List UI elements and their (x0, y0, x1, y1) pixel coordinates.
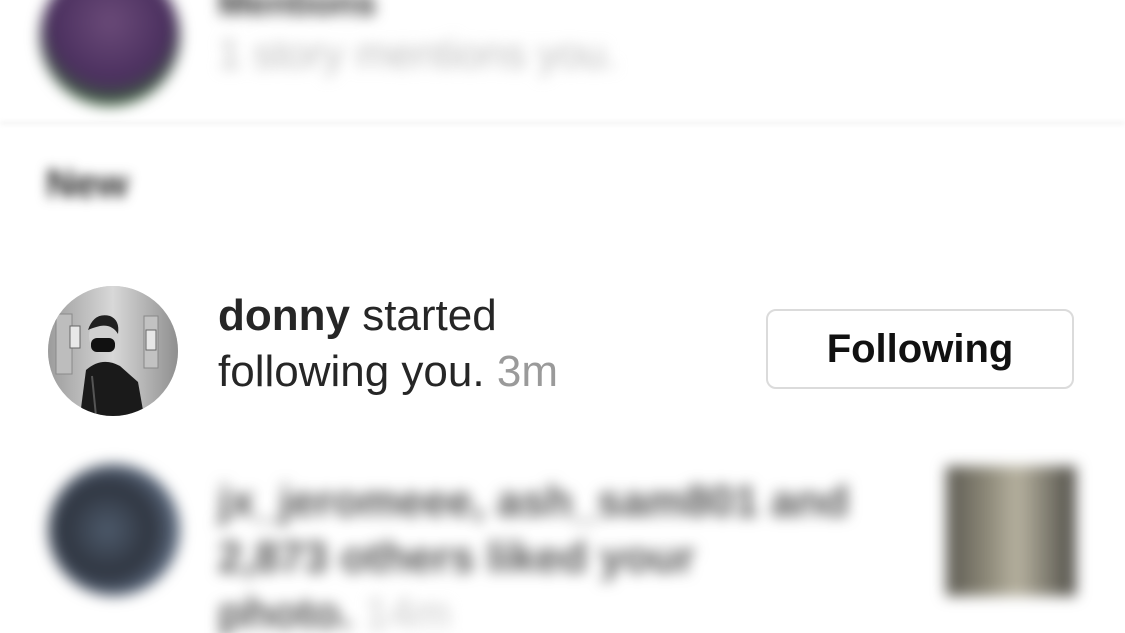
likes-line3: photo. (218, 589, 353, 633)
mentions-subtitle: 1 story mentions you. (218, 30, 618, 77)
avatar-photo (48, 286, 178, 416)
likes-line2: 2,873 others liked your (218, 533, 695, 582)
follow-username[interactable]: donny (218, 291, 350, 340)
section-divider (0, 122, 1125, 124)
likes-notification-row[interactable]: jx_jeromeee, ash_sam801 and 2,873 others… (0, 460, 1125, 633)
likes-avatar[interactable] (48, 464, 180, 596)
mentions-title: Mentions (218, 0, 376, 23)
follow-action-line1: started (349, 291, 497, 340)
avatar[interactable] (48, 286, 178, 416)
likes-line1: jx_jeromeee, ash_sam801 and (218, 477, 850, 526)
post-thumbnail[interactable] (946, 466, 1076, 596)
mentions-avatar[interactable] (40, 0, 180, 106)
following-button[interactable]: Following (766, 309, 1074, 389)
follow-action-line2: following you. (218, 347, 485, 396)
mentions-row[interactable]: Mentions 1 story mentions you. (0, 0, 1125, 120)
likes-timestamp: 14m (364, 589, 451, 633)
section-title: New (46, 162, 129, 206)
follow-timestamp: 3m (496, 347, 558, 396)
activity-screen: Mentions 1 story mentions you. New donny… (0, 0, 1125, 633)
follow-notification-text: donny started following you. 3m (218, 288, 638, 400)
follow-notification-row[interactable]: donny started following you. 3m Followin… (0, 282, 1125, 422)
likes-notification-text: jx_jeromeee, ash_sam801 and 2,873 others… (218, 474, 938, 633)
